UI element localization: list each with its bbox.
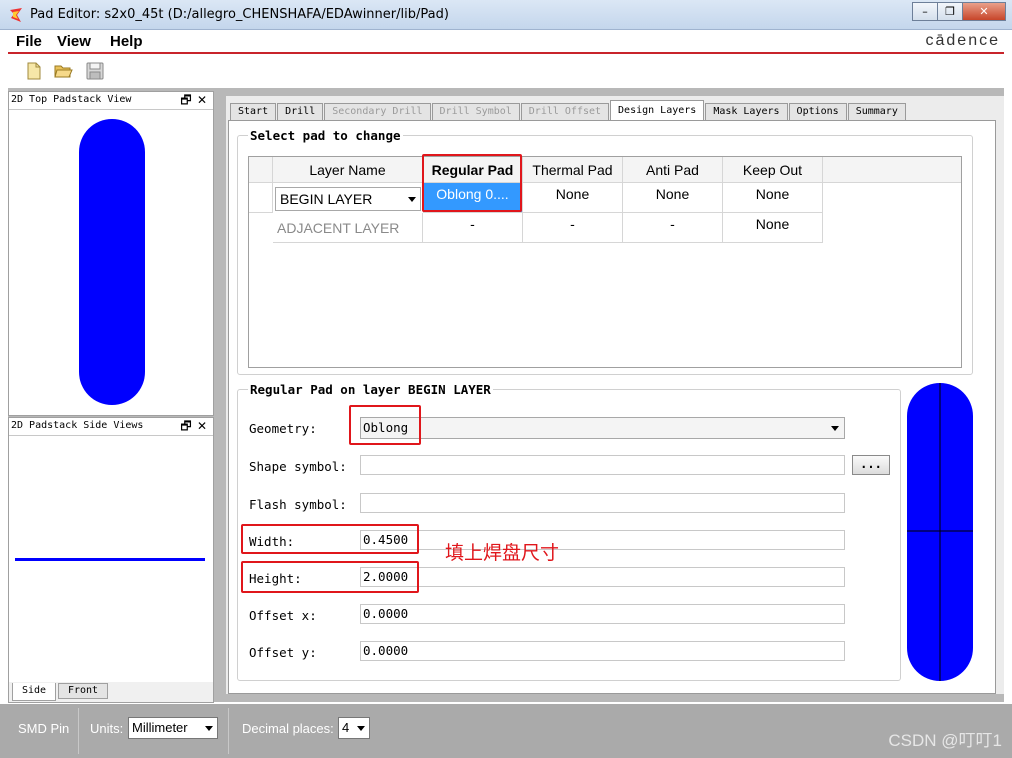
close-icon[interactable]: ✕ [195, 419, 209, 433]
pad-preview-canvas [907, 383, 973, 681]
layer-select-value: BEGIN LAYER [280, 191, 373, 207]
cadence-logo: cādence [925, 32, 1000, 49]
top-view-canvas [79, 119, 145, 405]
geometry-select[interactable]: Oblong [360, 417, 845, 439]
chevron-down-icon [408, 197, 416, 202]
col-layer-name: Layer Name [273, 157, 423, 183]
highlight-regular-pad [422, 154, 522, 212]
open-folder-icon[interactable] [53, 61, 73, 81]
new-file-icon[interactable] [24, 61, 44, 81]
side-view-title: 2D Padstack Side Views [11, 420, 144, 431]
anti-pad-cell[interactable]: None [623, 183, 723, 213]
regular-pad-title: Regular Pad on layer BEGIN LAYER [248, 382, 493, 397]
pad-oblong-top [79, 119, 145, 405]
close-button[interactable]: ✕ [962, 2, 1006, 21]
select-pad-title: Select pad to change [248, 128, 403, 143]
top-view-title: 2D Top Padstack View [11, 94, 132, 105]
geometry-label: Geometry: [249, 421, 317, 436]
regular-pad-cell[interactable]: - [423, 213, 523, 243]
shape-symbol-label: Shape symbol: [249, 459, 347, 474]
width-input[interactable]: 0.4500 [360, 530, 845, 550]
keep-out-cell[interactable]: None [723, 183, 823, 213]
highlight-width [241, 524, 419, 554]
offset-y-label: Offset y: [249, 645, 317, 660]
menu-help[interactable]: Help [110, 33, 143, 50]
pad-side-profile [15, 558, 205, 561]
save-icon[interactable] [85, 61, 105, 81]
app-icon [10, 8, 22, 22]
tab-options[interactable]: Options [788, 103, 847, 120]
offset-x-label: Offset x: [249, 608, 317, 623]
tab-mask-layers[interactable]: Mask Layers [705, 103, 788, 120]
top-view-panel: 2D Top Padstack View 🗗 ✕ [8, 91, 214, 416]
minimize-button[interactable]: – [912, 2, 938, 21]
tab-design-layers[interactable]: Design Layers [610, 100, 705, 120]
tab-start[interactable]: Start [230, 103, 277, 120]
offset-x-input[interactable]: 0.0000 [360, 604, 845, 624]
chevron-down-icon [357, 726, 365, 731]
highlight-height [241, 561, 419, 593]
tab-drill-offset[interactable]: Drill Offset [520, 103, 610, 120]
shape-symbol-input[interactable] [360, 455, 845, 475]
highlight-geometry [349, 405, 421, 445]
design-layers-page: Select pad to change Layer Name Regular … [228, 120, 996, 694]
status-separator [78, 708, 79, 754]
layer-table: Layer Name Regular Pad Thermal Pad Anti … [248, 156, 962, 368]
decimal-places-value: 4 [342, 720, 350, 735]
units-label: Units: [90, 721, 124, 736]
side-tab[interactable]: Side [12, 683, 56, 701]
side-view-canvas [15, 558, 205, 561]
units-value: Millimeter [132, 720, 188, 735]
chevron-down-icon [205, 726, 213, 731]
flash-symbol-input[interactable] [360, 493, 845, 513]
float-icon[interactable]: 🗗 [179, 93, 193, 107]
units-select[interactable]: Millimeter [128, 717, 218, 739]
main-panel: Start Drill Secondary Drill Drill Symbol… [226, 96, 1004, 694]
thermal-pad-cell[interactable]: None [523, 183, 623, 213]
layer-select[interactable]: BEGIN LAYER [275, 187, 421, 211]
offset-y-input[interactable]: 0.0000 [360, 641, 845, 661]
menu-bar: File View Help cādence [8, 30, 1004, 54]
tab-strip: Start Drill Secondary Drill Drill Symbol… [230, 100, 907, 120]
flash-symbol-label: Flash symbol: [249, 497, 347, 512]
annotation-text: 填上焊盘尺寸 [445, 542, 560, 564]
decimal-places-select[interactable]: 4 [338, 717, 370, 739]
toolbar [8, 56, 1004, 86]
table-header-filler [823, 157, 961, 183]
anti-pad-cell[interactable]: - [623, 213, 723, 243]
status-separator [228, 708, 229, 754]
pin-type-label: SMD Pin [18, 721, 70, 736]
restore-button[interactable]: ❐ [937, 2, 963, 21]
menu-view[interactable]: View [57, 33, 91, 50]
close-icon[interactable]: ✕ [195, 93, 209, 107]
col-thermal-pad: Thermal Pad [523, 157, 623, 183]
tab-drill[interactable]: Drill [277, 103, 324, 120]
watermark: CSDN @叮叮1 [888, 731, 1002, 750]
window-title: Pad Editor: s2x0_45t (D:/allegro_CHENSHA… [30, 7, 449, 22]
float-icon[interactable]: 🗗 [179, 419, 193, 433]
tab-drill-symbol[interactable]: Drill Symbol [431, 103, 520, 120]
row-header[interactable] [249, 183, 273, 213]
status-bar: SMD Pin Units: Millimeter Decimal places… [0, 704, 1012, 758]
side-view-panel: 2D Padstack Side Views 🗗 ✕ Side Front [8, 417, 214, 703]
tab-secondary-drill[interactable]: Secondary Drill [324, 103, 431, 120]
row-header [249, 213, 273, 243]
front-tab[interactable]: Front [58, 683, 108, 699]
menu-file[interactable]: File [16, 33, 42, 50]
tab-summary[interactable]: Summary [847, 103, 906, 120]
col-keep-out: Keep Out [723, 157, 823, 183]
browse-button[interactable]: ... [852, 455, 890, 475]
table-corner [249, 157, 273, 183]
select-pad-group: Select pad to change Layer Name Regular … [237, 128, 973, 375]
title-bar: Pad Editor: s2x0_45t (D:/allegro_CHENSHA… [0, 0, 1012, 30]
thermal-pad-cell[interactable]: - [523, 213, 623, 243]
decimal-places-label: Decimal places: [242, 721, 334, 736]
chevron-down-icon [831, 426, 839, 431]
col-anti-pad: Anti Pad [623, 157, 723, 183]
keep-out-cell[interactable]: None [723, 213, 823, 243]
height-input[interactable]: 2.0000 [360, 567, 845, 587]
layer-name-cell[interactable]: ADJACENT LAYER [273, 213, 423, 243]
